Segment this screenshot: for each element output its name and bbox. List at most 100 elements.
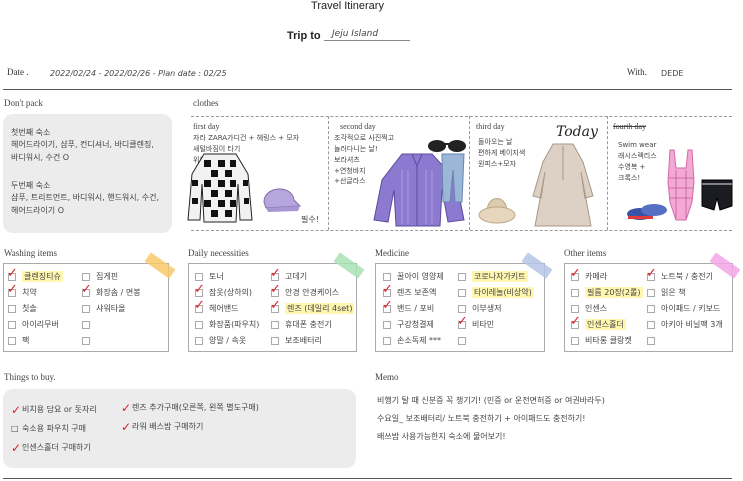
checkbox[interactable] <box>570 266 581 281</box>
buy-item[interactable]: ✓ 라워 배스밤 구매하기 <box>121 419 203 434</box>
checklist-item[interactable]: 렌즈 (데일리 4set) <box>270 298 355 316</box>
checkbox[interactable] <box>571 288 579 297</box>
checkbox[interactable] <box>382 282 393 297</box>
day-label-3: third day <box>476 122 505 131</box>
checklist-item[interactable]: 비타롱 클랑켓 <box>571 333 632 348</box>
header-divider <box>3 89 732 90</box>
checklist-item[interactable]: 보조배터리 <box>271 333 322 348</box>
checkbox[interactable] <box>458 272 466 281</box>
checkbox[interactable] <box>82 320 90 329</box>
checklist-item[interactable]: 읽은 책 <box>647 285 686 300</box>
checklist-item[interactable]: 필름 20장(2롤) <box>571 285 643 300</box>
checklist-item[interactable]: 화장솜 / 면봉 <box>81 282 141 300</box>
checkbox[interactable] <box>457 314 468 329</box>
check-icon[interactable]: ✓ <box>121 420 131 434</box>
checkbox[interactable] <box>8 336 16 345</box>
checkbox[interactable] <box>270 298 281 313</box>
checklist-label: 휴대폰 충전기 <box>285 320 332 329</box>
checkbox[interactable] <box>194 282 205 297</box>
checklist-item[interactable]: 아키아 비닐팩 3개 <box>647 317 723 332</box>
today-label: Today <box>556 124 598 140</box>
checklist-item[interactable] <box>82 333 96 348</box>
checklist-label: 샤워타올 <box>96 304 126 313</box>
medicine-title: Medicine <box>375 248 409 258</box>
checklist-item[interactable]: 칫솔 <box>8 301 37 316</box>
checklist-item[interactable]: 카메라 <box>570 266 607 284</box>
buy-item[interactable]: □ 숙소용 파우치 구매 <box>11 421 86 436</box>
buy-label: 렌즈 추가구매(오른쪽, 왼쪽 별도구매) <box>132 403 259 412</box>
other-title: Other items <box>564 248 607 258</box>
checklist-item[interactable]: 팩 <box>8 333 29 348</box>
checklist-item[interactable]: 화장품(파우치) <box>195 317 259 332</box>
checklist-label: 화장품(파우치) <box>209 320 260 329</box>
checklist-item[interactable]: 양말 / 속옷 <box>195 333 246 348</box>
checkbox[interactable] <box>458 336 466 345</box>
checklist-item[interactable]: 구강청결제 <box>383 317 434 332</box>
checkbox[interactable] <box>383 320 391 329</box>
checkbox[interactable] <box>571 336 579 345</box>
checkbox[interactable] <box>647 288 655 297</box>
checklist-item[interactable]: 치약 <box>7 282 37 300</box>
buy-item[interactable]: ✓ 렌즈 추가구매(오른쪽, 왼쪽 별도구매) <box>121 400 259 415</box>
dont-pack-line: 두번째 숙소 <box>11 181 51 190</box>
checkbox[interactable] <box>195 336 203 345</box>
checkbox[interactable] <box>647 336 655 345</box>
checklist-item[interactable]: 아이패드 / 키보드 <box>647 301 720 316</box>
buy-item[interactable]: ✓ 비치용 담요 or 돗자리 <box>11 402 97 417</box>
checkbox[interactable] <box>195 320 203 329</box>
checklist-label: 인센스 <box>585 304 608 313</box>
dont-pack-line: 헤어드라이기, 샴푸, 컨디셔너, 바디클렌징, <box>11 140 154 150</box>
checklist-label: 비타롱 클랑켓 <box>585 336 632 345</box>
checkbox[interactable] <box>7 282 18 297</box>
checkbox[interactable] <box>382 298 393 313</box>
checkbox[interactable] <box>82 304 90 313</box>
checklist-item[interactable]: 헤어밴드 <box>194 298 238 316</box>
checkbox[interactable] <box>646 266 657 281</box>
checkbox[interactable] <box>458 304 466 313</box>
checkbox[interactable] <box>8 320 16 329</box>
checklist-item[interactable]: 비타민 <box>457 314 494 332</box>
checklist-item[interactable]: 밴드 / 포비 <box>382 298 434 316</box>
checkbox[interactable] <box>195 272 203 281</box>
checklist-label: 양말 / 속옷 <box>209 336 247 345</box>
checklist-item[interactable]: 인센스홀더 <box>570 314 626 332</box>
dont-pack-line: 샴푸, 트리트먼트, 바디워시, 핸드워시, 수건, <box>11 193 160 203</box>
checklist-item[interactable]: 노트북 / 충전기 <box>646 266 713 284</box>
check-icon[interactable]: ✓ <box>11 403 21 417</box>
checklist-item[interactable] <box>647 333 661 348</box>
things-title: Things to buy. <box>4 372 56 382</box>
checkbox[interactable] <box>82 272 90 281</box>
checkbox[interactable] <box>7 266 18 281</box>
checkbox[interactable]: □ <box>11 424 20 433</box>
checklist-label: 고데기 <box>285 272 308 281</box>
buy-item[interactable]: ✓ 인센스홀더 구매하기 <box>11 440 91 455</box>
checkbox[interactable] <box>458 288 466 297</box>
checkbox[interactable] <box>571 304 579 313</box>
checkbox[interactable] <box>81 282 92 297</box>
checklist-label: 클렌징티슈 <box>22 271 63 282</box>
checkbox[interactable] <box>271 320 279 329</box>
checklist-item[interactable]: 샤워타올 <box>82 301 125 316</box>
checklist-item[interactable] <box>458 333 472 348</box>
checklist-item[interactable]: 휴대폰 충전기 <box>271 317 332 332</box>
checklist-item[interactable]: 손소독제 *** <box>383 333 441 348</box>
checkbox[interactable] <box>271 336 279 345</box>
checklist-item[interactable]: 아이리무버 <box>8 317 59 332</box>
checkbox[interactable] <box>647 320 655 329</box>
checkbox[interactable] <box>270 266 281 281</box>
checkbox[interactable] <box>8 304 16 313</box>
check-icon[interactable]: ✓ <box>121 401 131 415</box>
checklist-item[interactable]: 타이레놀(비상약) <box>458 285 534 300</box>
checklist-label: 보조배터리 <box>285 336 322 345</box>
checkbox[interactable] <box>194 298 205 313</box>
checkbox[interactable] <box>383 336 391 345</box>
checkbox[interactable] <box>82 336 90 345</box>
checklist-item[interactable]: 코로나자가키트 <box>458 269 528 284</box>
checkbox[interactable] <box>647 304 655 313</box>
checklist-item[interactable] <box>82 317 96 332</box>
checkbox[interactable] <box>383 272 391 281</box>
checklist-item[interactable]: 안경 안경케이스 <box>270 282 339 300</box>
checkbox[interactable] <box>270 282 281 297</box>
check-icon[interactable]: ✓ <box>11 441 21 455</box>
checkbox[interactable] <box>570 314 581 329</box>
